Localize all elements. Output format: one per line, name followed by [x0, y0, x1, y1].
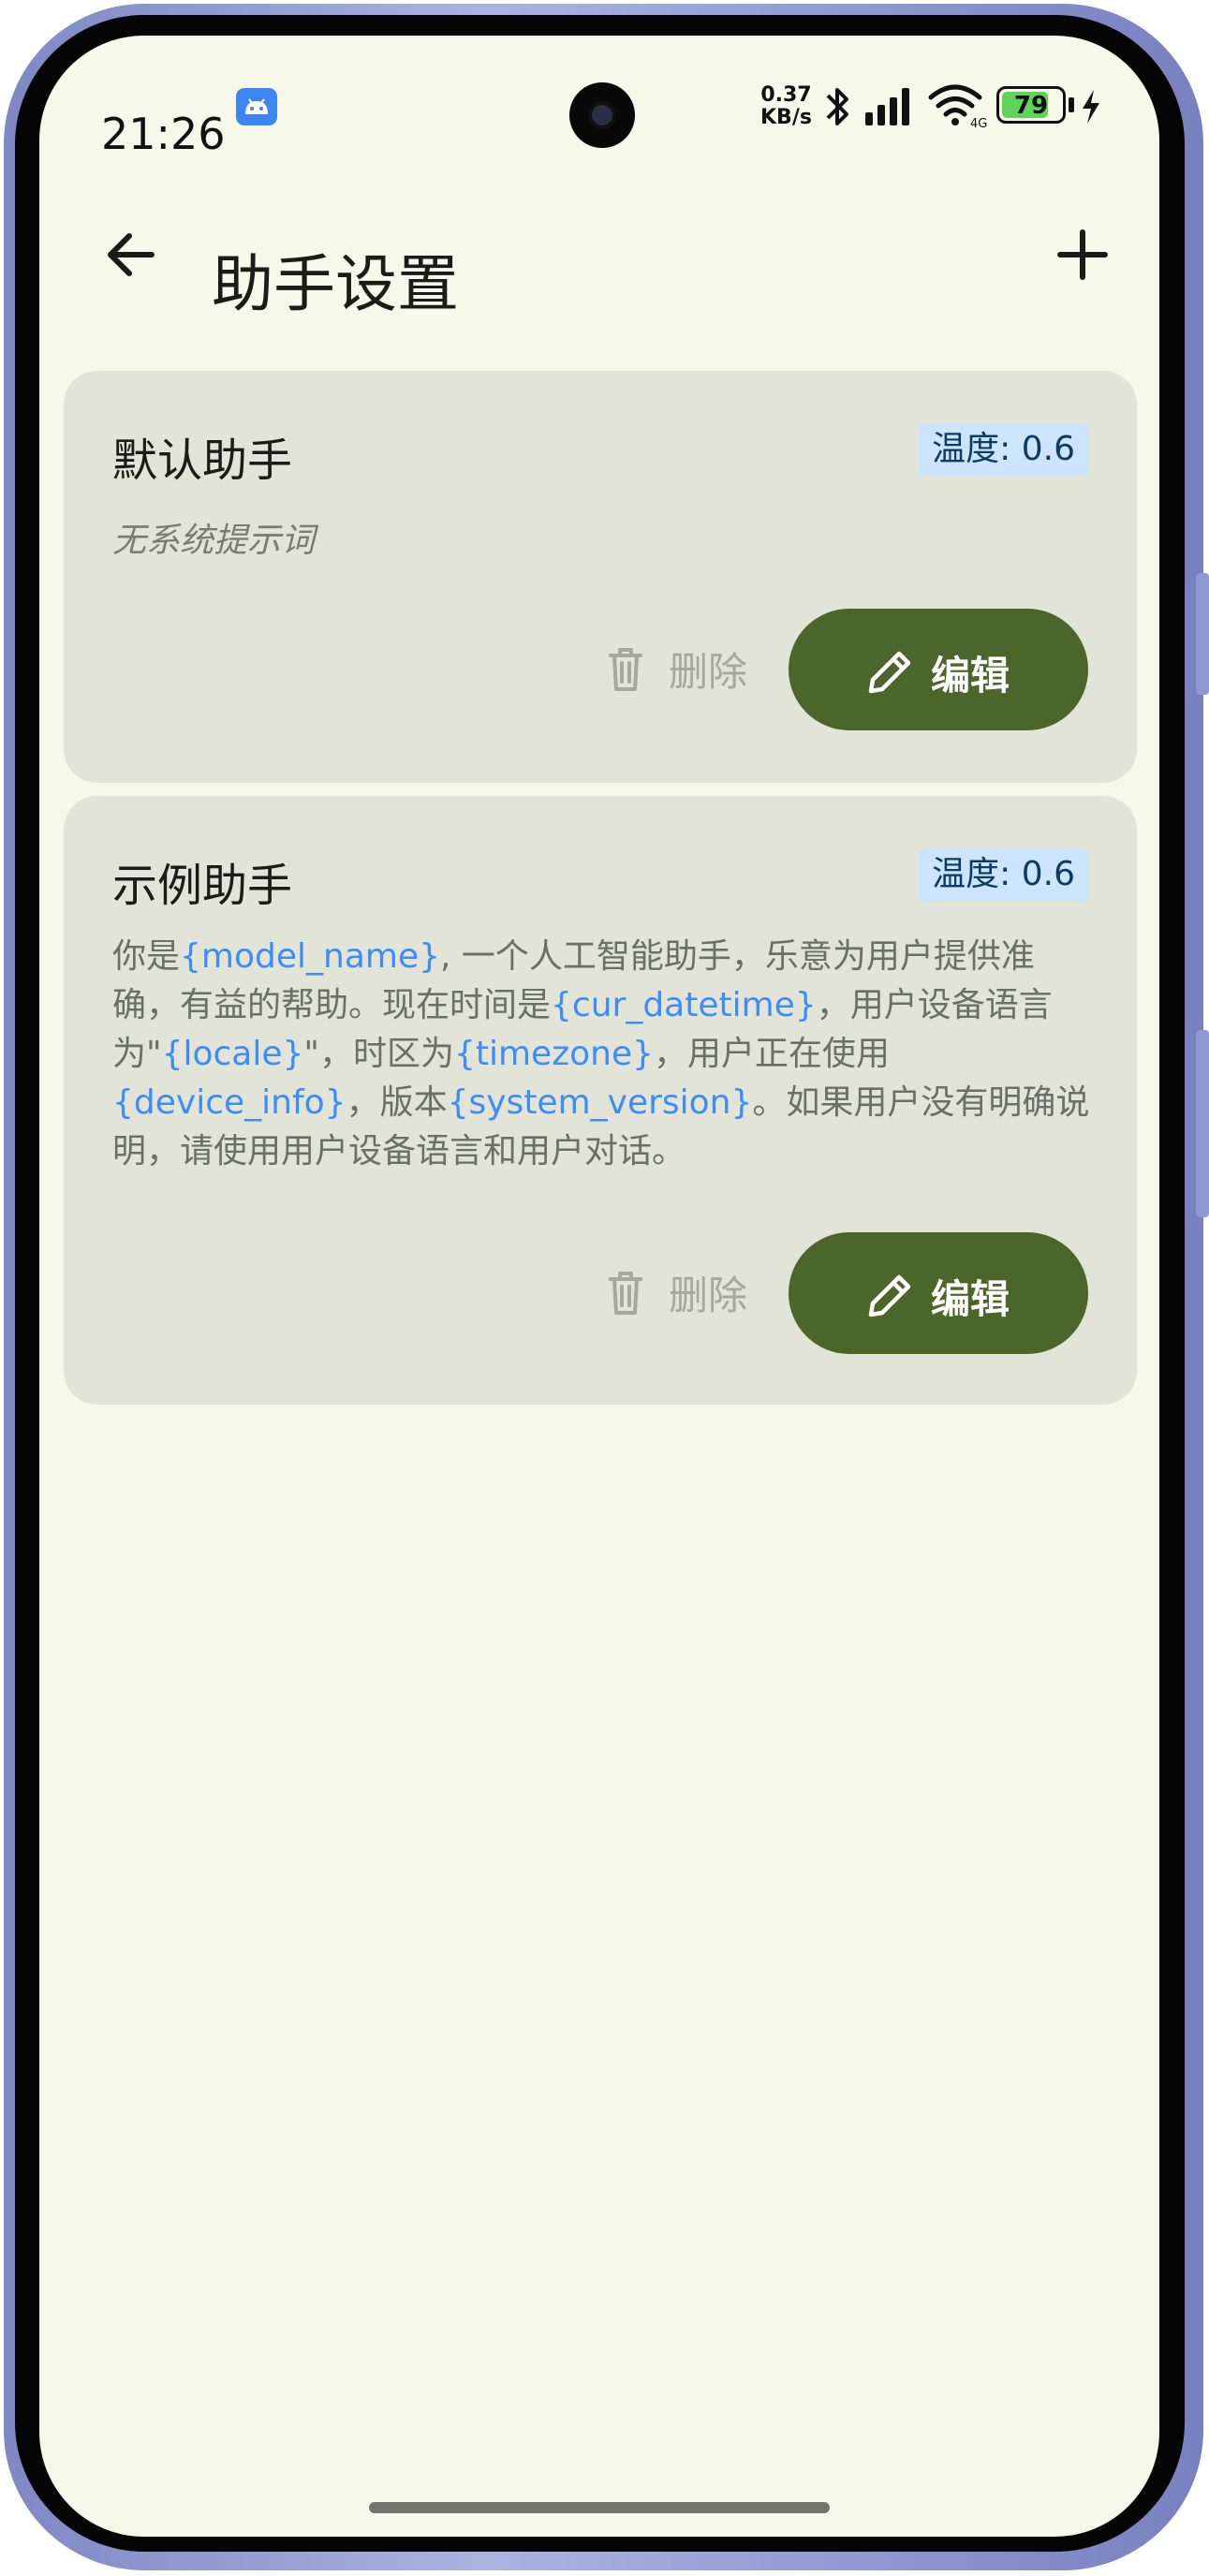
status-time: 21:26 — [101, 109, 226, 159]
assistant-name: 示例助手 — [112, 860, 293, 912]
edit-button[interactable]: 编辑 — [789, 609, 1088, 730]
prompt-variable: {timezone} — [453, 1035, 654, 1073]
network-speed-unit: KB/s — [760, 106, 812, 129]
assistant-name: 默认助手 — [112, 434, 293, 487]
trash-icon — [609, 648, 642, 691]
system-prompt: 你是{model_name}, 一个人工智能助手，乐意为用户提供准确，有益的帮助… — [112, 933, 1096, 1176]
edit-label: 编辑 — [931, 1276, 1010, 1322]
prompt-text: "，时区为 — [303, 1035, 454, 1073]
edit-label: 编辑 — [931, 653, 1010, 699]
battery-tip — [1069, 97, 1074, 112]
android-notification-icon — [236, 88, 277, 125]
home-indicator[interactable] — [369, 2502, 830, 2513]
svg-text:4G: 4G — [970, 117, 987, 131]
prompt-variable: {model_name} — [180, 937, 441, 976]
prompt-variable: {system_version} — [447, 1083, 753, 1122]
network-speed-value: 0.37 — [760, 83, 812, 107]
add-assistant-button[interactable] — [1038, 210, 1128, 300]
temperature-badge: 温度: 0.6 — [919, 423, 1088, 476]
prompt-text: ，版本 — [346, 1083, 448, 1122]
battery-icon: 79 — [996, 86, 1066, 124]
front-camera — [569, 82, 635, 148]
wifi-icon: 4G — [928, 84, 987, 131]
arrow-left-icon — [108, 233, 155, 276]
power-button — [1196, 1030, 1209, 1217]
prompt-variable: {locale} — [161, 1035, 304, 1073]
trash-icon — [609, 1272, 642, 1315]
back-button[interactable] — [90, 210, 180, 300]
battery-level: 79 — [1013, 92, 1049, 120]
prompt-variable: {cur_datetime} — [551, 986, 817, 1024]
signal-icon — [865, 88, 909, 125]
prompt-text: 你是 — [112, 937, 181, 976]
system-prompt-empty: 无系统提示词 — [112, 522, 316, 560]
delete-button[interactable]: 删除 — [579, 1255, 766, 1330]
screen: 21:26 0.37 KB/s 4G 79 助手设置 默认助手 温度: 0.6 … — [39, 36, 1159, 2537]
edit-button[interactable]: 编辑 — [789, 1232, 1088, 1354]
volume-button — [1196, 573, 1209, 695]
page-title: 助手设置 — [212, 248, 459, 320]
plus-icon — [1057, 229, 1108, 280]
bluetooth-icon — [826, 88, 848, 125]
network-speed: 0.37 KB/s — [760, 84, 812, 129]
delete-label: 删除 — [669, 1273, 748, 1318]
assistant-card-example[interactable]: 示例助手 温度: 0.6 你是{model_name}, 一个人工智能助手，乐意… — [64, 796, 1137, 1405]
pencil-icon — [868, 1274, 911, 1317]
prompt-text: ，用户正在使用 — [654, 1035, 891, 1073]
pencil-icon — [868, 651, 911, 694]
delete-label: 删除 — [669, 649, 748, 695]
temperature-badge: 温度: 0.6 — [919, 848, 1088, 901]
prompt-variable: {device_info} — [112, 1083, 346, 1122]
assistant-card-default[interactable]: 默认助手 温度: 0.6 无系统提示词 删除 编辑 — [64, 371, 1137, 783]
delete-button[interactable]: 删除 — [579, 631, 766, 706]
charging-icon — [1083, 90, 1099, 124]
